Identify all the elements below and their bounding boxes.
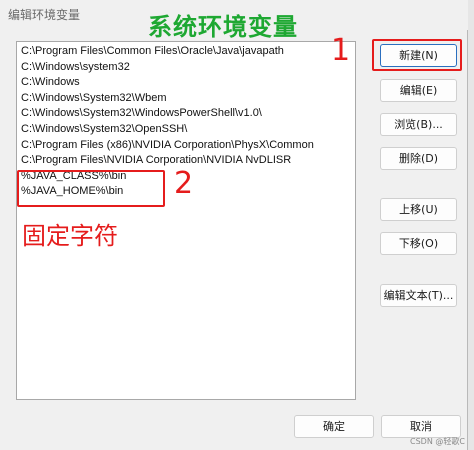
list-item[interactable]: C:\Windows\system32	[17, 60, 355, 76]
annotation-box-new-button	[372, 39, 462, 71]
annotation-number-1: 1	[331, 33, 351, 68]
annotation-system-env-vars: 系统环境变量	[148, 13, 298, 41]
browse-button[interactable]: 浏览(B)...	[380, 113, 457, 136]
list-item[interactable]: C:\Program Files (x86)\NVIDIA Corporatio…	[17, 138, 355, 154]
edit-button[interactable]: 编辑(E)	[380, 79, 457, 102]
annotation-fixed-chars: 固定字符	[22, 222, 118, 250]
window-title: 编辑环境变量	[8, 8, 81, 22]
watermark: CSDN @轻歌C	[410, 437, 465, 446]
edit-env-var-dialog: 编辑环境变量 系统环境变量 C:\Program Files\Common Fi…	[0, 0, 468, 450]
list-item[interactable]: C:\Windows\System32\WindowsPowerShell\v1…	[17, 106, 355, 122]
background-window-edge	[468, 0, 474, 450]
list-item[interactable]: C:\Windows\System32\Wbem	[17, 91, 355, 107]
move-up-button[interactable]: 上移(U)	[380, 198, 457, 221]
annotation-box-java-paths	[17, 170, 165, 207]
ok-button[interactable]: 确定	[294, 415, 374, 438]
move-down-button[interactable]: 下移(O)	[380, 232, 457, 255]
edit-text-button[interactable]: 编辑文本(T)...	[380, 284, 457, 307]
list-item[interactable]: C:\Windows	[17, 75, 355, 91]
annotation-number-2: 2	[174, 166, 194, 201]
cancel-button[interactable]: 取消	[381, 415, 461, 438]
list-item[interactable]: C:\Program Files\Common Files\Oracle\Jav…	[17, 44, 355, 60]
list-item[interactable]: C:\Windows\System32\OpenSSH\	[17, 122, 355, 138]
delete-button[interactable]: 删除(D)	[380, 147, 457, 170]
